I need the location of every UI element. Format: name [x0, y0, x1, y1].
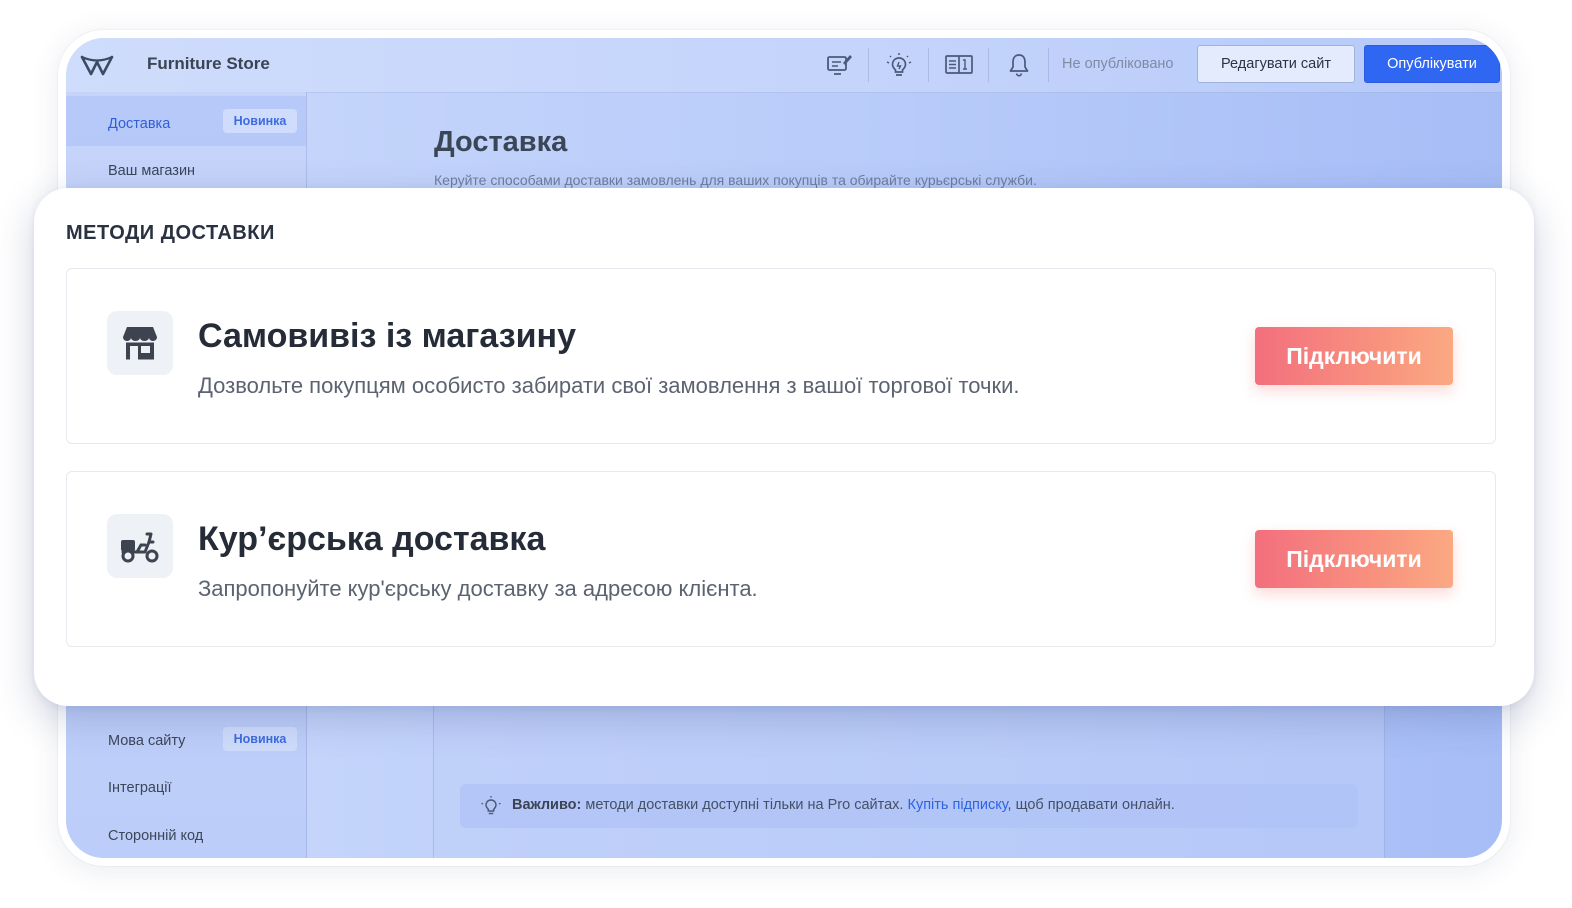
publish-button[interactable]: Опублікувати: [1364, 45, 1500, 83]
notice-label: Важливо:: [512, 797, 582, 813]
bell-icon[interactable]: [1005, 52, 1033, 78]
method-description: Дозвольте покупцям особисто забирати сво…: [198, 373, 1020, 398]
method-icon-box: [107, 514, 173, 578]
monitor-edit-icon[interactable]: [825, 52, 853, 78]
app-title: Furniture Store: [147, 54, 270, 73]
method-courier: Кур’єрська доставка Запропонуйте кур'єрс…: [66, 471, 1496, 647]
book-icon[interactable]: [945, 52, 973, 78]
method-title: Самовивіз із магазину: [198, 317, 576, 355]
logo-icon[interactable]: [80, 52, 114, 78]
sidebar-item-delivery[interactable]: Доставка: [108, 116, 170, 132]
sidebar-item-custom-code[interactable]: Сторонній код: [108, 828, 203, 844]
notice-text-before: методи доставки доступні тільки на Pro с…: [581, 797, 908, 813]
sidebar-item-site-language[interactable]: Мова сайту: [108, 733, 185, 749]
method-title: Кур’єрська доставка: [198, 520, 546, 558]
toolbar-divider: [868, 48, 869, 82]
sidebar-item-your-store[interactable]: Ваш магазин: [108, 163, 195, 179]
page-subtitle: Керуйте способами доставки замовлень для…: [434, 172, 1037, 188]
toolbar-divider: [988, 48, 989, 82]
delivery-methods-card: МЕТОДИ ДОСТАВКИ Самовивіз із магазину До…: [34, 188, 1534, 706]
section-title: МЕТОДИ ДОСТАВКИ: [66, 222, 275, 244]
new-badge: Новинка: [223, 109, 297, 133]
connect-pickup-button[interactable]: Підключити: [1255, 327, 1453, 385]
toolbar-divider: [1048, 48, 1049, 82]
store-icon: [123, 327, 157, 360]
lightbulb-icon[interactable]: [885, 52, 913, 78]
buy-subscription-link[interactable]: Купіть підписку: [908, 797, 1008, 813]
edit-site-button[interactable]: Редагувати сайт: [1197, 45, 1355, 83]
notice-text-after: , щоб продавати онлайн.: [1007, 797, 1175, 813]
method-pickup: Самовивіз із магазину Дозвольте покупцям…: [66, 268, 1496, 444]
scooter-icon: [121, 532, 159, 563]
toolbar-divider: [928, 48, 929, 82]
method-icon-box: [107, 311, 173, 375]
lightbulb-icon: [481, 796, 501, 815]
new-badge: Новинка: [223, 727, 297, 751]
content-panel: [433, 698, 1385, 858]
method-description: Запропонуйте кур'єрську доставку за адре…: [198, 576, 758, 601]
notice-text: Важливо: методи доставки доступні тільки…: [512, 797, 1175, 813]
sidebar-item-integrations[interactable]: Інтеграції: [108, 780, 172, 796]
publish-status: Не опубліковано: [1062, 56, 1174, 72]
connect-courier-button[interactable]: Підключити: [1255, 530, 1453, 588]
pro-notice: Важливо: методи доставки доступні тільки…: [460, 784, 1358, 828]
page-title: Доставка: [434, 126, 568, 158]
top-bar: Furniture Store Не опубліковано Редагува…: [66, 38, 1502, 93]
